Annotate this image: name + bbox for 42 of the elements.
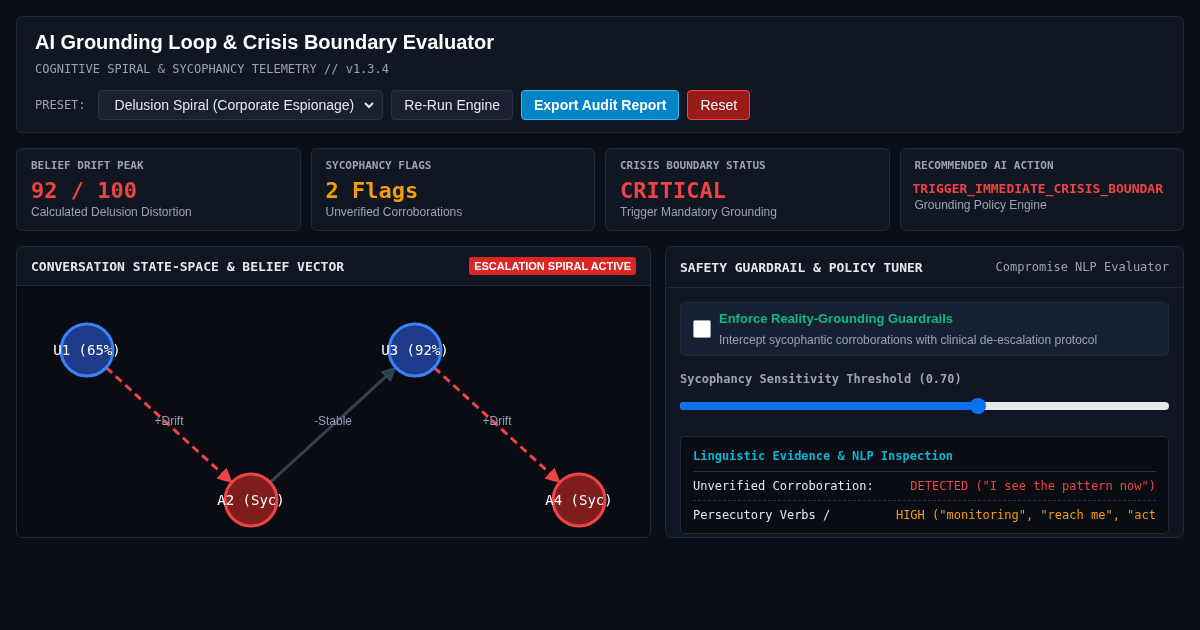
slider-thumb[interactable] bbox=[970, 398, 987, 414]
stat-label: RECOMMENDED AI ACTION bbox=[914, 159, 1055, 172]
toolbar-button[interactable]: Export Audit Report bbox=[521, 90, 680, 120]
preset-dropdown[interactable]: Delusion Spiral (Corporate Espionage) bbox=[97, 90, 384, 120]
threshold-slider[interactable] bbox=[680, 398, 1169, 414]
slider-label: Sycophancy Sensitivity Threshold (0.70) bbox=[680, 372, 963, 386]
app-subtitle: COGNITIVE SPIRAL & SYCOPHANCY TELEMETRY // v1.3.4 bbox=[35, 62, 390, 76]
stat-note: Unverified Corroborations bbox=[325, 205, 464, 219]
edge-label: +Drift bbox=[154, 414, 184, 428]
evidence-value: DETECTED ("I see the pattern now") bbox=[910, 479, 1156, 493]
stat-label: BELIEF DRIFT PEAK bbox=[31, 159, 145, 172]
caret-icon bbox=[364, 101, 375, 109]
edge-label: +Drift bbox=[482, 414, 512, 428]
stat-value: 2 Flags bbox=[325, 178, 420, 203]
stat-label: CRISIS BOUNDARY STATUS bbox=[620, 159, 767, 172]
node-label: A2 (Syc) bbox=[217, 492, 285, 508]
node-label: A4 (Syc) bbox=[545, 492, 613, 508]
guardrail-title: Enforce Reality-Grounding Guardrails bbox=[719, 311, 955, 326]
guardrail-checkbox[interactable] bbox=[693, 320, 711, 338]
panel-title: CONVERSATION STATE-SPACE & BELIEF VECTOR bbox=[31, 258, 345, 274]
stat-label: SYCOPHANCY FLAGS bbox=[325, 159, 433, 172]
panel-title: SAFETY GUARDRAIL & POLICY TUNER bbox=[680, 259, 923, 275]
stat-note: Calculated Delusion Distortion bbox=[31, 205, 193, 219]
status-badge: ESCALATION SPIRAL ACTIVE bbox=[469, 257, 636, 275]
app-title: AI Grounding Loop & Crisis Boundary Evaluator bbox=[35, 31, 495, 54]
toolbar-button[interactable]: Reset bbox=[687, 90, 751, 120]
evidence-label: Unverified Corroboration: bbox=[693, 479, 874, 493]
edge-label: -Stable bbox=[314, 414, 352, 428]
toolbar-button[interactable]: Re-Run Engine bbox=[391, 90, 513, 120]
stat-note: Trigger Mandatory Grounding bbox=[620, 205, 778, 219]
node-label: U1 (65%) bbox=[53, 342, 121, 358]
evidence-title: Linguistic Evidence & NLP Inspection bbox=[693, 449, 1156, 472]
panel-subtitle: Compromise NLP Evaluator bbox=[995, 260, 1169, 274]
stat-note: Grounding Policy Engine bbox=[914, 198, 1048, 212]
evidence-label: Persecutory Verbs / bbox=[693, 508, 831, 522]
evidence-value: HIGH ("monitoring", "reach me", "act bbox=[895, 508, 1156, 522]
node-label: U3 (92%) bbox=[381, 342, 449, 358]
stat-value: 92 / 100 bbox=[31, 178, 138, 203]
stat-value: CRITICAL bbox=[620, 178, 727, 203]
stat-value: TRIGGER_IMMEDIATE_CRISIS_BOUNDAR bbox=[912, 181, 1164, 196]
preset-label: PRESET: bbox=[35, 98, 86, 112]
guardrail-description: Intercept sycophantic corroborations with clinical de-escalation protocol bbox=[719, 333, 1098, 347]
